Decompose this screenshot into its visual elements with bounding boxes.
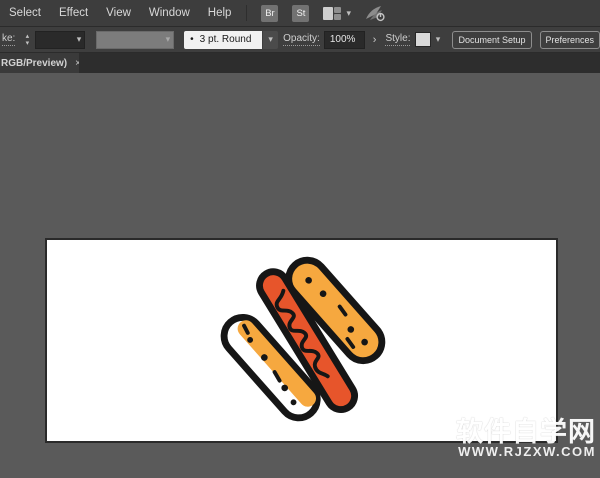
artboard[interactable] bbox=[45, 238, 558, 443]
width-profile-dropdown-disabled: ▾ bbox=[96, 31, 174, 49]
stroke-weight-stepper[interactable]: ▴ ▾ bbox=[21, 33, 33, 47]
style-swatch[interactable] bbox=[415, 32, 431, 47]
menu-effect[interactable]: Effect bbox=[50, 0, 97, 26]
preferences-button[interactable]: Preferences bbox=[540, 31, 600, 49]
document-setup-button[interactable]: Document Setup bbox=[452, 31, 531, 49]
brush-preview-dot: • bbox=[190, 34, 194, 45]
chevron-down-icon: ▾ bbox=[436, 35, 441, 44]
style-dropdown-chevron[interactable]: ▾ bbox=[431, 31, 444, 49]
stroke-label-partial[interactable]: ke: bbox=[2, 33, 15, 46]
pasteboard[interactable] bbox=[0, 74, 600, 478]
opacity-input[interactable]: 100% bbox=[324, 31, 365, 49]
workspace-pane-left bbox=[323, 7, 333, 20]
chevron-down-icon: ▾ bbox=[268, 35, 273, 44]
stroke-weight-dropdown[interactable]: ▾ bbox=[35, 31, 85, 49]
hot-dog-artwork[interactable] bbox=[47, 240, 556, 441]
brush-definition-chevron[interactable]: ▾ bbox=[263, 31, 278, 49]
stepper-down-icon[interactable]: ▾ bbox=[26, 40, 30, 47]
menu-bar: Select Effect View Window Help Br St ▾ bbox=[0, 0, 600, 27]
chevron-down-icon: ▾ bbox=[77, 35, 82, 44]
gpu-performance-icon[interactable] bbox=[365, 5, 385, 22]
menu-help[interactable]: Help bbox=[199, 0, 241, 26]
menu-window[interactable]: Window bbox=[140, 0, 199, 26]
hot-dog-group bbox=[207, 241, 405, 441]
brush-definition-dropdown[interactable]: • 3 pt. Round bbox=[184, 31, 262, 49]
chevron-down-icon[interactable]: ▾ bbox=[346, 9, 351, 18]
stepper-up-icon[interactable]: ▴ bbox=[26, 33, 30, 40]
document-tab-bar: RGB/Preview) × bbox=[0, 53, 600, 73]
opacity-options-chevron[interactable]: › bbox=[370, 34, 380, 46]
menu-divider bbox=[246, 5, 247, 21]
document-tab[interactable]: RGB/Preview) × bbox=[0, 53, 79, 73]
style-label[interactable]: Style: bbox=[385, 33, 410, 46]
opacity-label[interactable]: Opacity: bbox=[283, 33, 320, 46]
brushes-button[interactable]: Br bbox=[261, 5, 278, 22]
document-tab-label: RGB/Preview) bbox=[1, 58, 67, 69]
menu-view[interactable]: View bbox=[97, 0, 140, 26]
workspace-pane-right bbox=[334, 7, 341, 20]
graphic-styles-button[interactable]: St bbox=[292, 5, 309, 22]
control-bar: ke: ▴ ▾ ▾ ▾ • 3 pt. Round ▾ Opacity: 100… bbox=[0, 27, 600, 53]
workspace-switcher-icon[interactable] bbox=[323, 7, 341, 20]
menu-select[interactable]: Select bbox=[0, 0, 50, 26]
brush-definition-value: 3 pt. Round bbox=[200, 34, 252, 45]
close-icon[interactable]: × bbox=[75, 58, 79, 69]
brush-definition-combo: • 3 pt. Round ▾ bbox=[184, 31, 278, 49]
chevron-down-icon: ▾ bbox=[166, 35, 171, 44]
